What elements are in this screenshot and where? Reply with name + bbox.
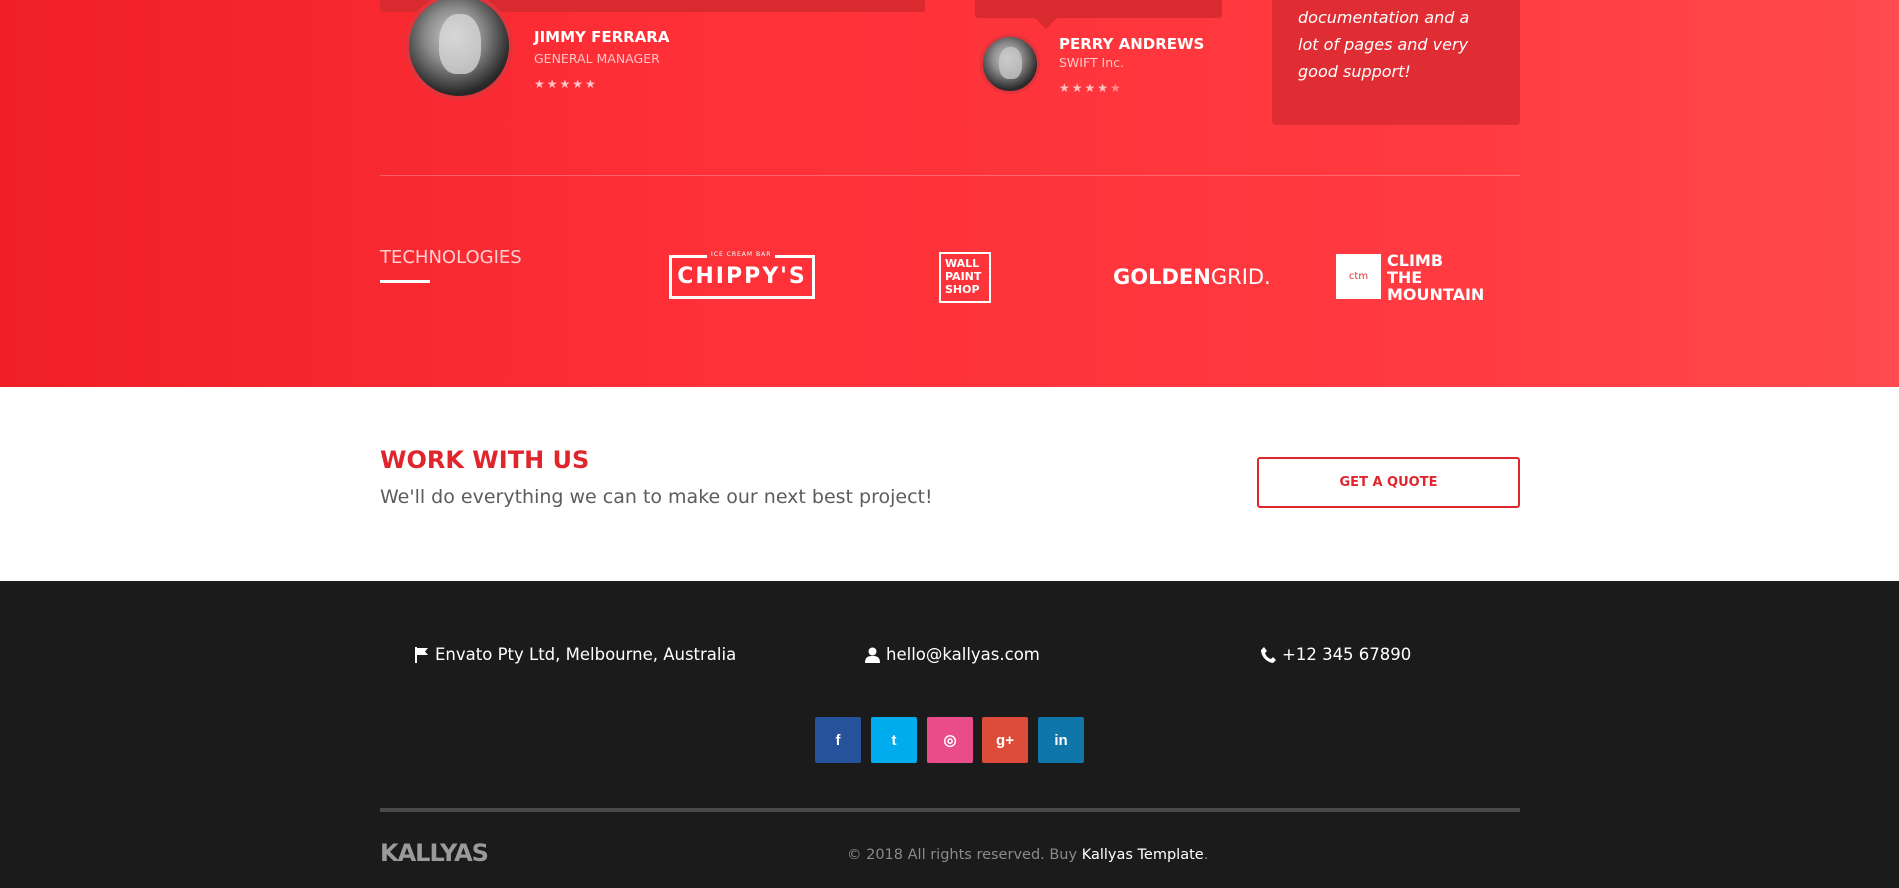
avatar [980, 34, 1040, 94]
cta-title: WORK WITH US [380, 446, 590, 474]
climb-the-mountain-logo[interactable]: CLIMB THE MOUNTAIN [1387, 252, 1484, 303]
flag-icon [415, 646, 428, 663]
star-rating: ★★★★★ [534, 77, 598, 91]
linkedin-button[interactable]: in [1038, 717, 1084, 763]
footer: Envato Pty Ltd, Melbourne, Australia hel… [0, 581, 1899, 888]
chippys-logo[interactable]: ICE CREAM BAR CHIPPY'S [669, 251, 815, 299]
technologies-title: TECHNOLOGIES [380, 247, 522, 268]
twitter-button[interactable]: t [871, 717, 917, 763]
google-plus-button[interactable]: g+ [982, 717, 1028, 763]
kallyas-template-link[interactable]: Kallyas Template [1082, 847, 1204, 863]
get-a-quote-button[interactable]: GET A QUOTE [1257, 457, 1520, 508]
dribbble-button[interactable]: ◎ [927, 717, 973, 763]
goldengrid-logo[interactable]: GOLDENGRID. [1113, 265, 1271, 289]
phone-icon [1261, 646, 1276, 663]
testimonial-quote-text: documentation and a lot of pages and ver… [1298, 8, 1470, 81]
google-plus-icon: g+ [996, 731, 1014, 749]
title-underline [380, 280, 430, 283]
wall-paint-shop-logo[interactable]: WALL PAINT SHOP [939, 252, 991, 303]
avatar [405, 0, 513, 100]
footer-address: Envato Pty Ltd, Melbourne, Australia [415, 645, 736, 664]
testimonial-role: SWIFT Inc. [1059, 55, 1125, 70]
testimonial-quote-bubble [975, 0, 1222, 29]
twitter-icon: t [891, 731, 897, 749]
cta-subtitle: We'll do everything we can to make our n… [380, 486, 933, 508]
copyright-text: © 2018 All rights reserved. Buy Kallyas … [847, 847, 1209, 863]
testimonial-name: JIMMY FERRARA [534, 28, 670, 46]
testimonials-section: JIMMY FERRARA GENERAL MANAGER ★★★★★ PERR… [0, 0, 1899, 387]
facebook-icon: f [835, 731, 841, 749]
ctm-logo-box[interactable]: ctm [1336, 254, 1381, 299]
footer-email[interactable]: hello@kallyas.com [865, 645, 1040, 664]
section-divider [380, 175, 1520, 176]
testimonial-quote-box: documentation and a lot of pages and ver… [1272, 0, 1520, 125]
dribbble-icon: ◎ [943, 732, 957, 749]
footer-brand-logo[interactable]: KALLYAS [380, 839, 489, 867]
testimonial-role: GENERAL MANAGER [534, 51, 660, 66]
facebook-button[interactable]: f [815, 717, 861, 763]
linkedin-icon: in [1054, 731, 1068, 749]
footer-phone[interactable]: +12 345 67890 [1261, 645, 1411, 664]
star-rating: ★★★★★ [1059, 81, 1123, 95]
footer-divider [380, 808, 1520, 812]
user-icon [865, 647, 880, 663]
testimonial-name: PERRY ANDREWS [1059, 35, 1205, 53]
